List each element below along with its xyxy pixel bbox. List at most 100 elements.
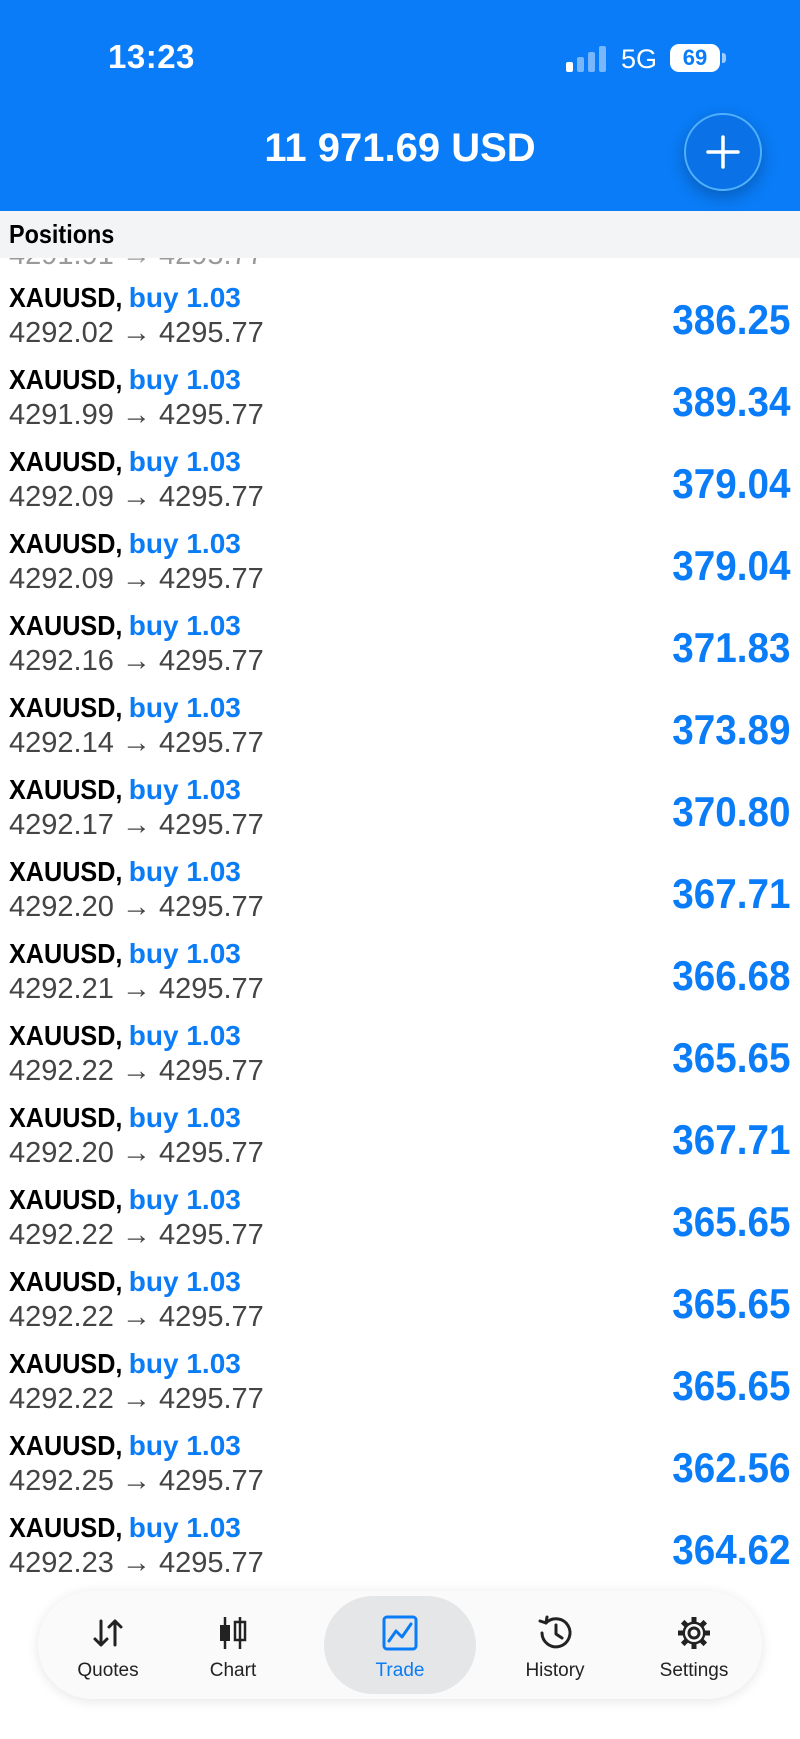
position-row[interactable]: XAUUSD, buy 1.03 4292.09 → 4295.77 379.04 xyxy=(0,446,800,528)
battery-icon: 69 xyxy=(670,44,720,72)
position-profit: 366.68 xyxy=(671,952,790,999)
position-symbol: XAUUSD, xyxy=(9,856,123,887)
position-symbol: XAUUSD, xyxy=(9,282,123,313)
candlestick-icon xyxy=(220,1617,247,1649)
position-title: XAUUSD, buy 1.03 xyxy=(9,1102,241,1134)
tab-label: Settings xyxy=(659,1660,729,1681)
position-prices: 4292.16 → 4295.77 xyxy=(9,645,264,677)
position-row[interactable]: XAUUSD, buy 1.03 4292.23 → 4295.77 364.62 xyxy=(0,1512,800,1588)
position-symbol: XAUUSD, xyxy=(9,1102,123,1133)
position-symbol: XAUUSD, xyxy=(9,610,123,641)
position-symbol: XAUUSD, xyxy=(9,446,123,477)
tab-history[interactable]: History xyxy=(485,1591,625,1699)
position-prices: 4292.22 → 4295.77 xyxy=(9,1383,264,1415)
position-row[interactable]: XAUUSD, buy 1.03 4291.99 → 4295.77 389.34 xyxy=(0,364,800,446)
position-side-volume: buy 1.03 xyxy=(128,1102,241,1133)
tab-label: Chart xyxy=(209,1660,257,1681)
signal-strength-icon xyxy=(566,46,608,72)
position-row[interactable]: XAUUSD, buy 1.03 4292.22 → 4295.77 365.65 xyxy=(0,1348,800,1430)
tab-label: History xyxy=(525,1660,585,1681)
battery-tip xyxy=(722,53,726,63)
position-prices: 4291.99 → 4295.77 xyxy=(9,399,264,431)
position-title: XAUUSD, buy 1.03 xyxy=(9,1348,241,1380)
position-row[interactable]: XAUUSD, buy 1.03 4292.14 → 4295.77 373.89 xyxy=(0,692,800,774)
position-symbol: XAUUSD, xyxy=(9,692,123,723)
position-profit: 364.62 xyxy=(671,1526,790,1573)
positions-section-header: Positions xyxy=(0,211,800,258)
position-profit: 370.80 xyxy=(671,788,790,835)
tab-label: Quotes xyxy=(77,1660,139,1681)
network-type: 5G xyxy=(621,44,658,74)
position-row[interactable]: XAUUSD, buy 1.03 4292.22 → 4295.77 365.65 xyxy=(0,1184,800,1266)
position-row[interactable]: XAUUSD, buy 1.03 4292.02 → 4295.77 386.25 xyxy=(0,282,800,364)
position-side-volume: buy 1.03 xyxy=(128,1430,241,1461)
position-prices: 4292.17 → 4295.77 xyxy=(9,809,264,841)
position-symbol: XAUUSD, xyxy=(9,1430,123,1461)
position-title: XAUUSD, buy 1.03 xyxy=(9,1184,241,1216)
app-header: 13:23 5G 69 11 971.69 USD xyxy=(0,0,800,211)
position-row[interactable]: XAUUSD, buy 1.03 4292.16 → 4295.77 371.83 xyxy=(0,610,800,692)
position-prices: 4292.20 → 4295.77 xyxy=(9,891,264,923)
position-symbol: XAUUSD, xyxy=(9,364,123,395)
position-side-volume: buy 1.03 xyxy=(128,1266,241,1297)
position-profit: 362.56 xyxy=(671,1444,790,1491)
position-row[interactable]: XAUUSD, buy 1.03 4292.22 → 4295.77 365.65 xyxy=(0,1266,800,1348)
position-prices: 4292.14 → 4295.77 xyxy=(9,727,264,759)
position-profit: 365.65 xyxy=(671,1362,790,1409)
position-symbol: XAUUSD, xyxy=(9,1348,123,1379)
position-side-volume: buy 1.03 xyxy=(128,1020,241,1051)
position-symbol: XAUUSD, xyxy=(9,1266,123,1297)
position-row[interactable]: XAUUSD, buy 1.03 4292.22 → 4295.77 365.65 xyxy=(0,1020,800,1102)
position-title: XAUUSD, buy 1.03 xyxy=(9,1020,241,1052)
position-prices: 4292.20 → 4295.77 xyxy=(9,1137,264,1169)
position-profit: 389.34 xyxy=(671,378,790,425)
position-title: XAUUSD, buy 1.03 xyxy=(9,938,241,970)
position-row[interactable]: XAUUSD, buy 1.03 4292.21 → 4295.77 366.68 xyxy=(0,938,800,1020)
position-title: XAUUSD, buy 1.03 xyxy=(9,610,241,642)
bottom-tab-bar: Quotes Chart Trade History Settings xyxy=(38,1591,762,1699)
position-title: XAUUSD, buy 1.03 xyxy=(9,282,241,314)
position-prices: 4292.09 → 4295.77 xyxy=(9,563,264,595)
position-row[interactable]: XAUUSD, buy 1.03 4292.25 → 4295.77 362.56 xyxy=(0,1430,800,1512)
gear-icon xyxy=(678,1617,710,1649)
positions-list[interactable]: 4291.91 → 4295.77 XAUUSD, buy 1.034292.0… xyxy=(0,258,800,1588)
position-row[interactable]: XAUUSD, buy 1.03 4292.20 → 4295.77 367.71 xyxy=(0,1102,800,1184)
section-title: Positions xyxy=(9,219,115,249)
account-balance: 11 971.69 USD xyxy=(264,126,536,170)
position-prices: 4292.22 → 4295.77 xyxy=(9,1301,264,1333)
position-side-volume: buy 1.03 xyxy=(128,528,241,559)
position-prices: 4292.22 → 4295.77 xyxy=(9,1055,264,1087)
tab-trade[interactable]: Trade xyxy=(324,1591,476,1699)
position-profit: 379.04 xyxy=(671,460,790,507)
partial-row-prices: 4291.91 → 4295.77 xyxy=(9,258,264,272)
position-profit: 371.83 xyxy=(671,624,790,671)
tab-settings[interactable]: Settings xyxy=(624,1591,764,1699)
position-side-volume: buy 1.03 xyxy=(128,446,241,477)
position-row[interactable]: XAUUSD, buy 1.03 4292.09 → 4295.77 379.04 xyxy=(0,528,800,610)
position-row[interactable]: XAUUSD, buy 1.03 4292.20 → 4295.77 367.71 xyxy=(0,856,800,938)
position-symbol: XAUUSD, xyxy=(9,1184,123,1215)
position-profit: 365.65 xyxy=(671,1198,790,1245)
position-title: XAUUSD, buy 1.03 xyxy=(9,1430,241,1462)
position-prices: 4292.23 → 4295.77 xyxy=(9,1547,264,1579)
plus-icon xyxy=(706,135,740,169)
tab-quotes[interactable]: Quotes xyxy=(38,1591,178,1699)
position-side-volume: buy 1.03 xyxy=(128,692,241,723)
position-profit: 365.65 xyxy=(671,1280,790,1327)
tab-label: Trade xyxy=(375,1660,425,1681)
history-clock-icon xyxy=(538,1615,572,1649)
position-profit: 367.71 xyxy=(671,1116,790,1163)
position-profit: 379.04 xyxy=(671,542,790,589)
position-profit: 386.25 xyxy=(671,296,790,343)
position-prices: 4292.09 → 4295.77 xyxy=(9,481,264,513)
position-title: XAUUSD, buy 1.03 xyxy=(9,1266,241,1298)
tab-chart[interactable]: Chart xyxy=(163,1591,303,1699)
position-row[interactable]: XAUUSD, buy 1.03 4292.17 → 4295.77 370.80 xyxy=(0,774,800,856)
position-profit: 367.71 xyxy=(671,870,790,917)
position-title: XAUUSD, buy 1.03 xyxy=(9,446,241,478)
position-side-volume: buy 1.03 xyxy=(128,1512,241,1543)
new-order-button[interactable] xyxy=(684,113,762,191)
position-symbol: XAUUSD, xyxy=(9,774,123,805)
position-title: XAUUSD, buy 1.03 xyxy=(9,856,241,888)
position-side-volume: buy 1.03 xyxy=(128,1184,241,1215)
